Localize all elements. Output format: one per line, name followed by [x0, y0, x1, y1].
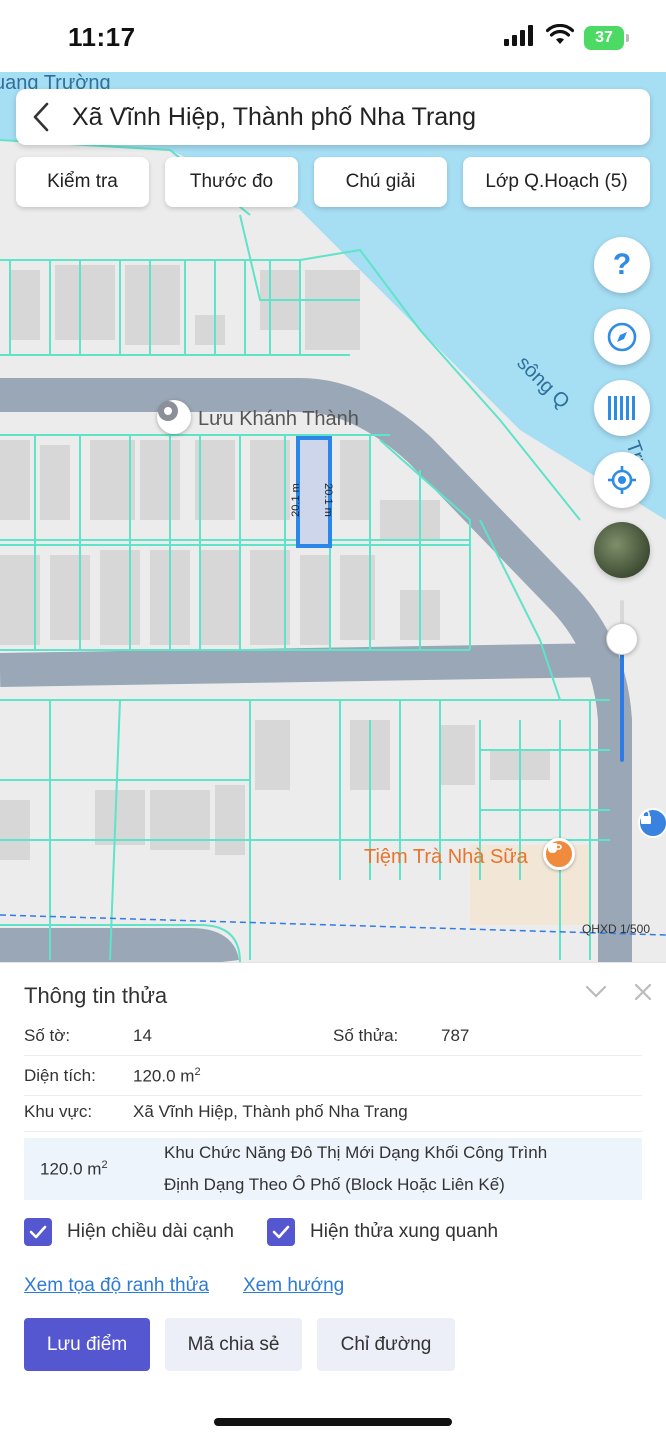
check-button[interactable]: Kiểm tra: [16, 157, 149, 207]
area-unit-exponent: 2: [194, 1066, 201, 1078]
legend-button[interactable]: Chú giải: [314, 157, 447, 207]
lock-marker-icon[interactable]: [638, 808, 666, 838]
locate-button[interactable]: [594, 452, 650, 508]
sheet-number-value: 14: [133, 1026, 152, 1045]
region-label: Khu vực:: [24, 1102, 93, 1121]
region-row: Khu vực: Xã Vĩnh Hiệp, Thành phố Nha Tra…: [24, 1092, 642, 1132]
directions-button[interactable]: Chỉ đường: [317, 1318, 455, 1371]
area-value: 120.0 m2: [133, 1066, 201, 1087]
area-value-number: 120.0 m: [133, 1066, 195, 1086]
zoning-row: 120.0 m2 Khu Chức Năng Đô Thị Mới Dạng K…: [24, 1138, 642, 1200]
area-row: Diện tích: 120.0 m2: [24, 1056, 642, 1096]
status-bar: 11:17 37: [0, 0, 666, 72]
compass-icon: [607, 322, 637, 352]
plot-number-value: 787: [441, 1026, 470, 1045]
screen: 11:17 37 20.1 m 20.1 m Lưu Khánh Thành T…: [0, 0, 666, 1440]
close-icon[interactable]: [628, 977, 658, 1007]
place-label[interactable]: Lưu Khánh Thành: [198, 408, 359, 431]
location-title: Xã Vĩnh Hiệp, Thành phố Nha Trang: [72, 102, 476, 131]
show-neighbors-toggle[interactable]: Hiện thửa xung quanh: [267, 1218, 498, 1246]
show-edge-length-toggle[interactable]: Hiện chiều dài cạnh: [24, 1218, 234, 1246]
place-pin-icon[interactable]: [157, 400, 191, 434]
zone-area-exponent: 2: [101, 1159, 108, 1171]
location-bar[interactable]: Xã Vĩnh Hiệp, Thành phố Nha Trang: [16, 89, 650, 145]
zoom-slider-fill: [620, 640, 624, 762]
zoom-slider-handle[interactable]: [606, 623, 638, 655]
save-point-button[interactable]: Lưu điểm: [24, 1318, 150, 1371]
view-direction-link[interactable]: Xem hướng: [243, 1275, 344, 1297]
checkbox-checked-icon[interactable]: [24, 1218, 52, 1246]
satellite-toggle-button[interactable]: [594, 522, 650, 578]
locate-icon: [608, 466, 636, 494]
share-code-button[interactable]: Mã chia sẻ: [165, 1318, 302, 1371]
zone-description-line1: Khu Chức Năng Đô Thị Mới Dạng Khối Công …: [164, 1143, 548, 1162]
zone-area-number: 120.0 m: [40, 1159, 102, 1179]
compass-button[interactable]: [594, 309, 650, 365]
home-indicator[interactable]: [214, 1418, 452, 1426]
area-label: Diện tích:: [24, 1066, 96, 1085]
battery-icon: 37: [584, 25, 629, 50]
ruler-button[interactable]: Thước đo: [165, 157, 298, 207]
collapse-icon[interactable]: [581, 977, 611, 1007]
barcode-icon: [608, 396, 635, 420]
sheet-title: Thông tin thửa: [24, 983, 168, 1008]
back-icon[interactable]: [16, 89, 66, 145]
cafe-icon[interactable]: [543, 838, 575, 870]
signal-icon: [504, 24, 536, 51]
checkbox-checked-icon[interactable]: [267, 1218, 295, 1246]
show-edge-length-label: Hiện chiều dài cạnh: [67, 1221, 234, 1242]
zone-area: 120.0 m2: [40, 1159, 108, 1180]
view-boundary-coords-link[interactable]: Xem tọa độ ranh thửa: [24, 1275, 209, 1297]
show-neighbors-label: Hiện thửa xung quanh: [310, 1221, 499, 1242]
help-button[interactable]: ?: [594, 237, 650, 293]
planning-layers-button[interactable]: Lớp Q.Hoạch (5): [463, 157, 650, 207]
edge-length-label-left: 20.1 m: [290, 483, 302, 517]
sheet-number-label: Số tờ:: [24, 1026, 71, 1045]
edge-length-label-right: 20.1 m: [322, 483, 334, 517]
barcode-button[interactable]: [594, 380, 650, 436]
map-scale: QHXD 1/500: [581, 922, 650, 936]
zone-description-line2: Định Dạng Theo Ô Phố (Block Hoặc Liên Kế…: [164, 1175, 505, 1194]
cafe-label[interactable]: Tiệm Trà Nhà Sữa: [364, 846, 528, 869]
plot-number-label: Số thửa:: [333, 1026, 399, 1045]
tool-row: Kiểm tra Thước đo Chú giải Lớp Q.Hoạch (…: [16, 157, 650, 207]
help-icon: ?: [612, 248, 632, 281]
wifi-icon: [545, 23, 575, 51]
status-time: 11:17: [68, 22, 136, 52]
sheet-number-row: Số tờ: 14 Số thửa: 787: [24, 1016, 642, 1056]
status-icons: 37: [504, 23, 629, 51]
battery-level: 37: [595, 28, 613, 46]
region-value: Xã Vĩnh Hiệp, Thành phố Nha Trang: [133, 1102, 408, 1121]
